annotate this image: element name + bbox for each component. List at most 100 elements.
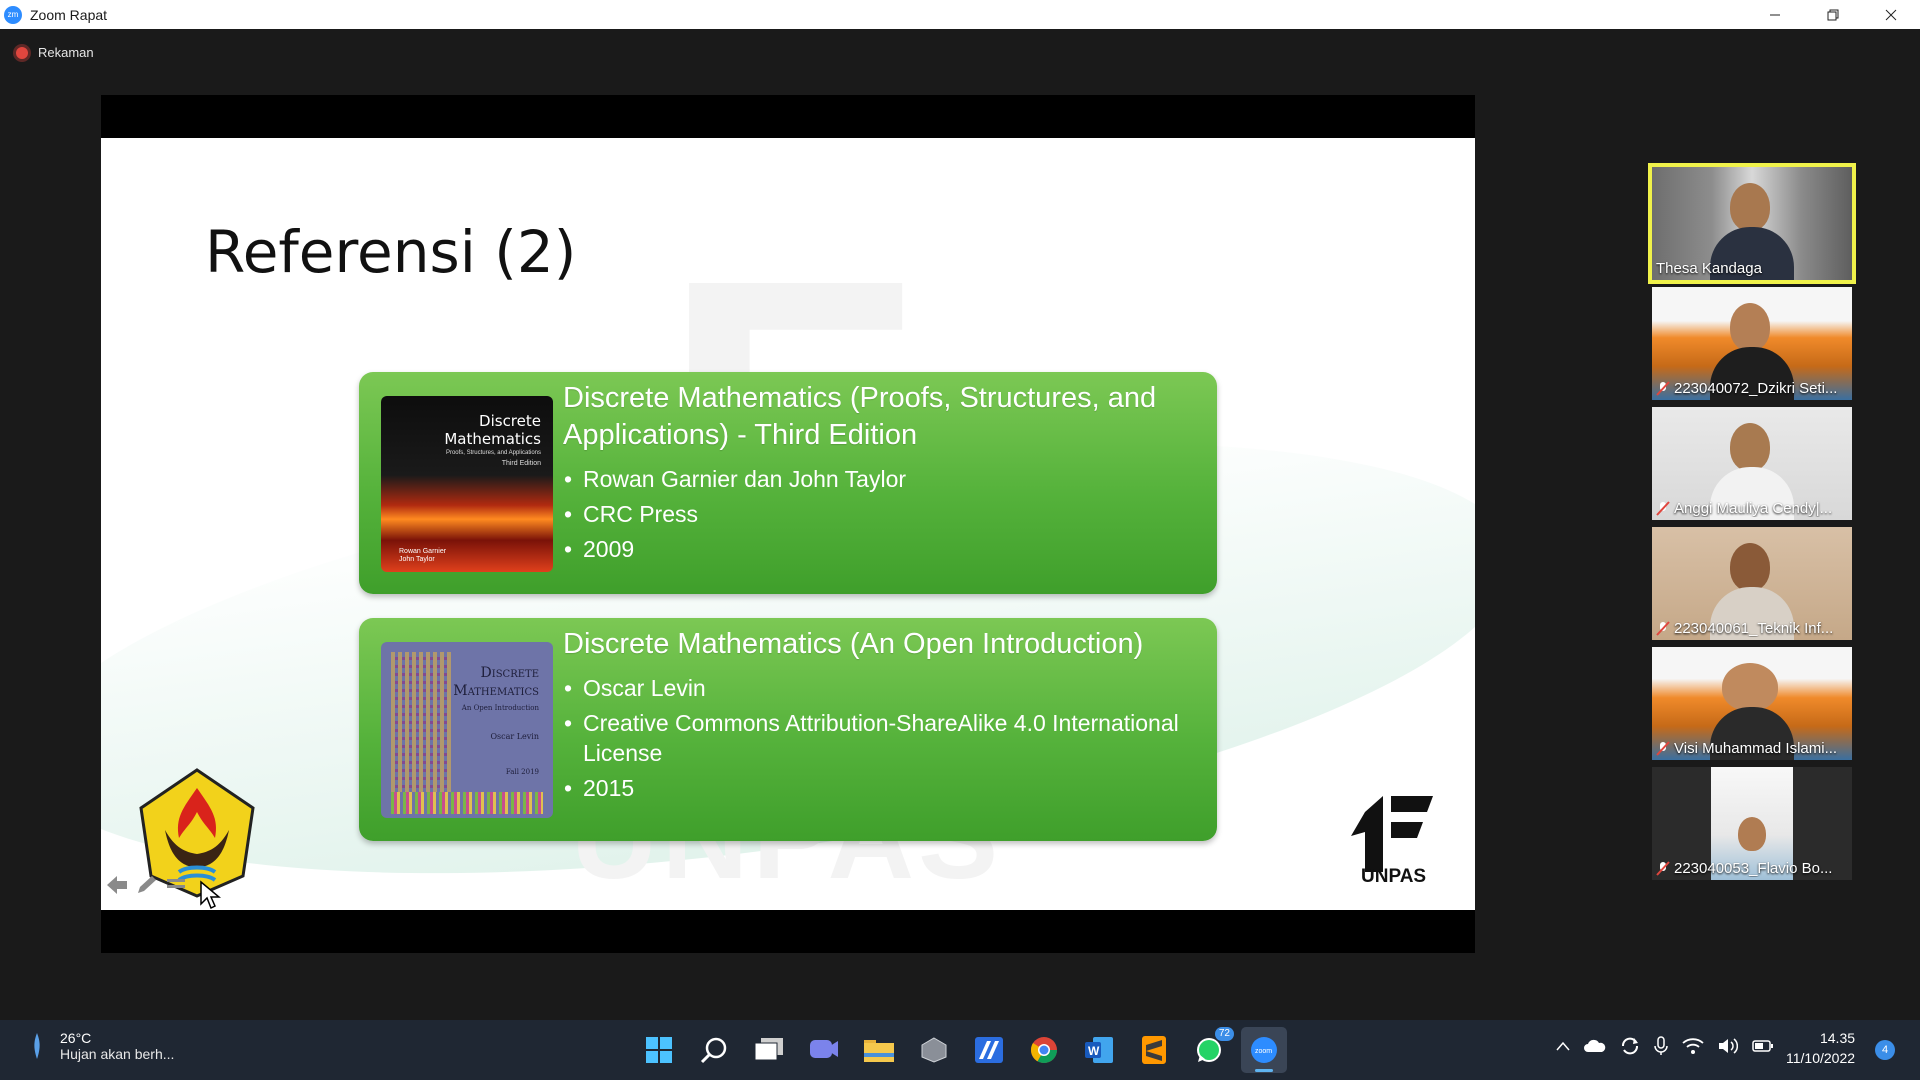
reference-list: Oscar Levin Creative Commons Attribution…: [563, 673, 1205, 803]
teams-chat-icon: [810, 1040, 838, 1058]
cover-author: Oscar Levin: [490, 732, 539, 741]
participant-name: 223040061_Teknik Inf...: [1656, 620, 1848, 637]
reference-author: Rowan Garnier dan John Taylor: [563, 464, 1205, 494]
participant-video-tile[interactable]: Anggi Mauliya Cendy|...: [1652, 407, 1852, 520]
reference-details: Discrete Mathematics (Proofs, Structures…: [563, 380, 1205, 569]
start-icon: [646, 1037, 672, 1063]
pen-icon[interactable]: [135, 874, 159, 896]
zoom-logo-icon: zm: [4, 5, 22, 24]
cover-authors: Rowan Garnier John Taylor: [399, 548, 447, 563]
search-icon: [700, 1037, 727, 1064]
title-bar: zm Zoom Rapat: [0, 0, 1920, 29]
start-button[interactable]: [636, 1027, 682, 1073]
file-explorer-button[interactable]: [856, 1027, 902, 1073]
chrome-icon: [1030, 1037, 1058, 1064]
chevron-up-icon[interactable]: [1556, 1041, 1570, 1051]
mouse-cursor-icon: [200, 880, 221, 910]
mic-muted-icon: [1656, 501, 1670, 516]
restore-button[interactable]: [1804, 0, 1862, 29]
window-controls: [1746, 0, 1920, 29]
whatsapp-button[interactable]: 72: [1186, 1027, 1234, 1073]
weather-description: Hujan akan berh...: [60, 1046, 175, 1062]
participant-video-tile[interactable]: Visi Muhammad Islami...: [1652, 647, 1852, 760]
menu-icon[interactable]: [165, 874, 189, 896]
participant-video-tile[interactable]: 223040072_Dzikri Seti...: [1652, 287, 1852, 400]
participant-name: Thesa Kandaga: [1656, 260, 1762, 277]
search-button[interactable]: [691, 1027, 737, 1073]
reference-details: Discrete Mathematics (An Open Introducti…: [563, 626, 1205, 808]
mic-muted-icon: [1656, 861, 1670, 876]
mic-muted-icon: [1656, 741, 1670, 756]
clock[interactable]: 14.35 11/10/2022: [1786, 1028, 1855, 1068]
onedrive-icon[interactable]: [1584, 1039, 1606, 1053]
system-tray: [1556, 1036, 1774, 1056]
file-explorer-icon: [864, 1040, 894, 1062]
word-button[interactable]: W: [1076, 1027, 1122, 1073]
reference-year: 2015: [563, 773, 1205, 803]
book-cover: Discrete Mathematics An Open Introduction…: [381, 642, 553, 818]
teams-chat-button[interactable]: [801, 1027, 847, 1073]
weather-temperature: 26°C: [60, 1030, 92, 1046]
zoom-button[interactable]: zoom: [1241, 1027, 1287, 1073]
microphone-icon[interactable]: [1654, 1036, 1668, 1056]
mic-muted-icon: [1656, 621, 1670, 636]
shared-screen: F UNPAS Referensi (2) DiscreteMathematic…: [101, 95, 1475, 953]
cover-subtitle: An Open Introduction: [461, 704, 539, 712]
book-cover: Discrete Mathematics Proofs, Structures, …: [381, 396, 553, 572]
app-icon: [975, 1037, 1003, 1063]
app-button[interactable]: [911, 1027, 957, 1073]
cover-pattern: [391, 792, 543, 814]
recording-indicator[interactable]: Rekaman: [16, 45, 94, 60]
reference-title: Discrete Mathematics (Proofs, Structures…: [563, 382, 1157, 451]
clock-date: 11/10/2022: [1786, 1050, 1856, 1066]
window-title: Zoom Rapat: [30, 6, 108, 23]
reference-year: 2009: [563, 534, 1205, 564]
svg-text:zoom: zoom: [1255, 1048, 1272, 1055]
recording-icon: [16, 46, 28, 59]
word-icon: W: [1085, 1037, 1113, 1063]
cover-title: Discrete Mathematics: [444, 412, 541, 448]
cover-title: Discrete Mathematics: [453, 665, 539, 699]
whatsapp-badge: 72: [1214, 1027, 1234, 1041]
participant-name: 223040072_Dzikri Seti...: [1656, 380, 1848, 397]
task-view-button[interactable]: [746, 1027, 792, 1073]
taskbar: 26°C Hujan akan berh... W 72 zoom 14.35 …: [0, 1020, 1920, 1080]
slide: F UNPAS Referensi (2) DiscreteMathematic…: [101, 138, 1475, 910]
participant-name: 223040053_Flavio Bo...: [1656, 860, 1848, 877]
reference-list: Rowan Garnier dan John Taylor CRC Press …: [563, 464, 1205, 564]
annotation-toolbar: [105, 874, 189, 896]
participant-name: Anggi Mauliya Cendy|...: [1656, 500, 1848, 517]
volume-icon[interactable]: [1718, 1037, 1738, 1055]
sublime-button[interactable]: [1131, 1027, 1177, 1073]
task-view-icon: [755, 1038, 783, 1061]
slide-title: Referensi (2): [205, 218, 577, 286]
zoom-icon: zoom: [1251, 1037, 1277, 1063]
participant-video-tile[interactable]: 223040053_Flavio Bo...: [1652, 767, 1852, 880]
sync-icon[interactable]: [1620, 1036, 1640, 1056]
back-arrow-icon[interactable]: [105, 874, 129, 896]
svg-text:W: W: [1088, 1044, 1100, 1058]
weather-widget[interactable]: 26°C Hujan akan berh...: [32, 1030, 174, 1062]
battery-icon[interactable]: [1752, 1039, 1774, 1053]
minimize-button[interactable]: [1746, 0, 1804, 29]
chrome-button[interactable]: [1021, 1027, 1067, 1073]
restore-icon: [1827, 9, 1839, 20]
reference-card: Discrete Mathematics An Open Introduction…: [359, 618, 1217, 841]
notification-badge[interactable]: 4: [1875, 1040, 1895, 1060]
cover-subtitle: Proofs, Structures, and Applications: [445, 450, 541, 456]
weather-icon: [34, 1033, 40, 1059]
mic-muted-icon: [1656, 381, 1670, 396]
reference-author: Oscar Levin: [563, 673, 1205, 703]
wifi-icon[interactable]: [1682, 1037, 1704, 1055]
participant-video-tile[interactable]: 223040061_Teknik Inf...: [1652, 527, 1852, 640]
reference-publisher: CRC Press: [563, 499, 1205, 529]
participant-video-tile[interactable]: Thesa Kandaga: [1648, 163, 1856, 284]
cover-pattern: [391, 652, 451, 812]
participant-name: Visi Muhammad Islami...: [1656, 740, 1848, 757]
minimize-icon: [1770, 14, 1780, 15]
app-button[interactable]: [966, 1027, 1012, 1073]
recording-label: Rekaman: [38, 45, 94, 60]
app-icon: [921, 1037, 947, 1063]
close-button[interactable]: [1862, 0, 1920, 29]
sublime-icon: [1142, 1036, 1166, 1064]
